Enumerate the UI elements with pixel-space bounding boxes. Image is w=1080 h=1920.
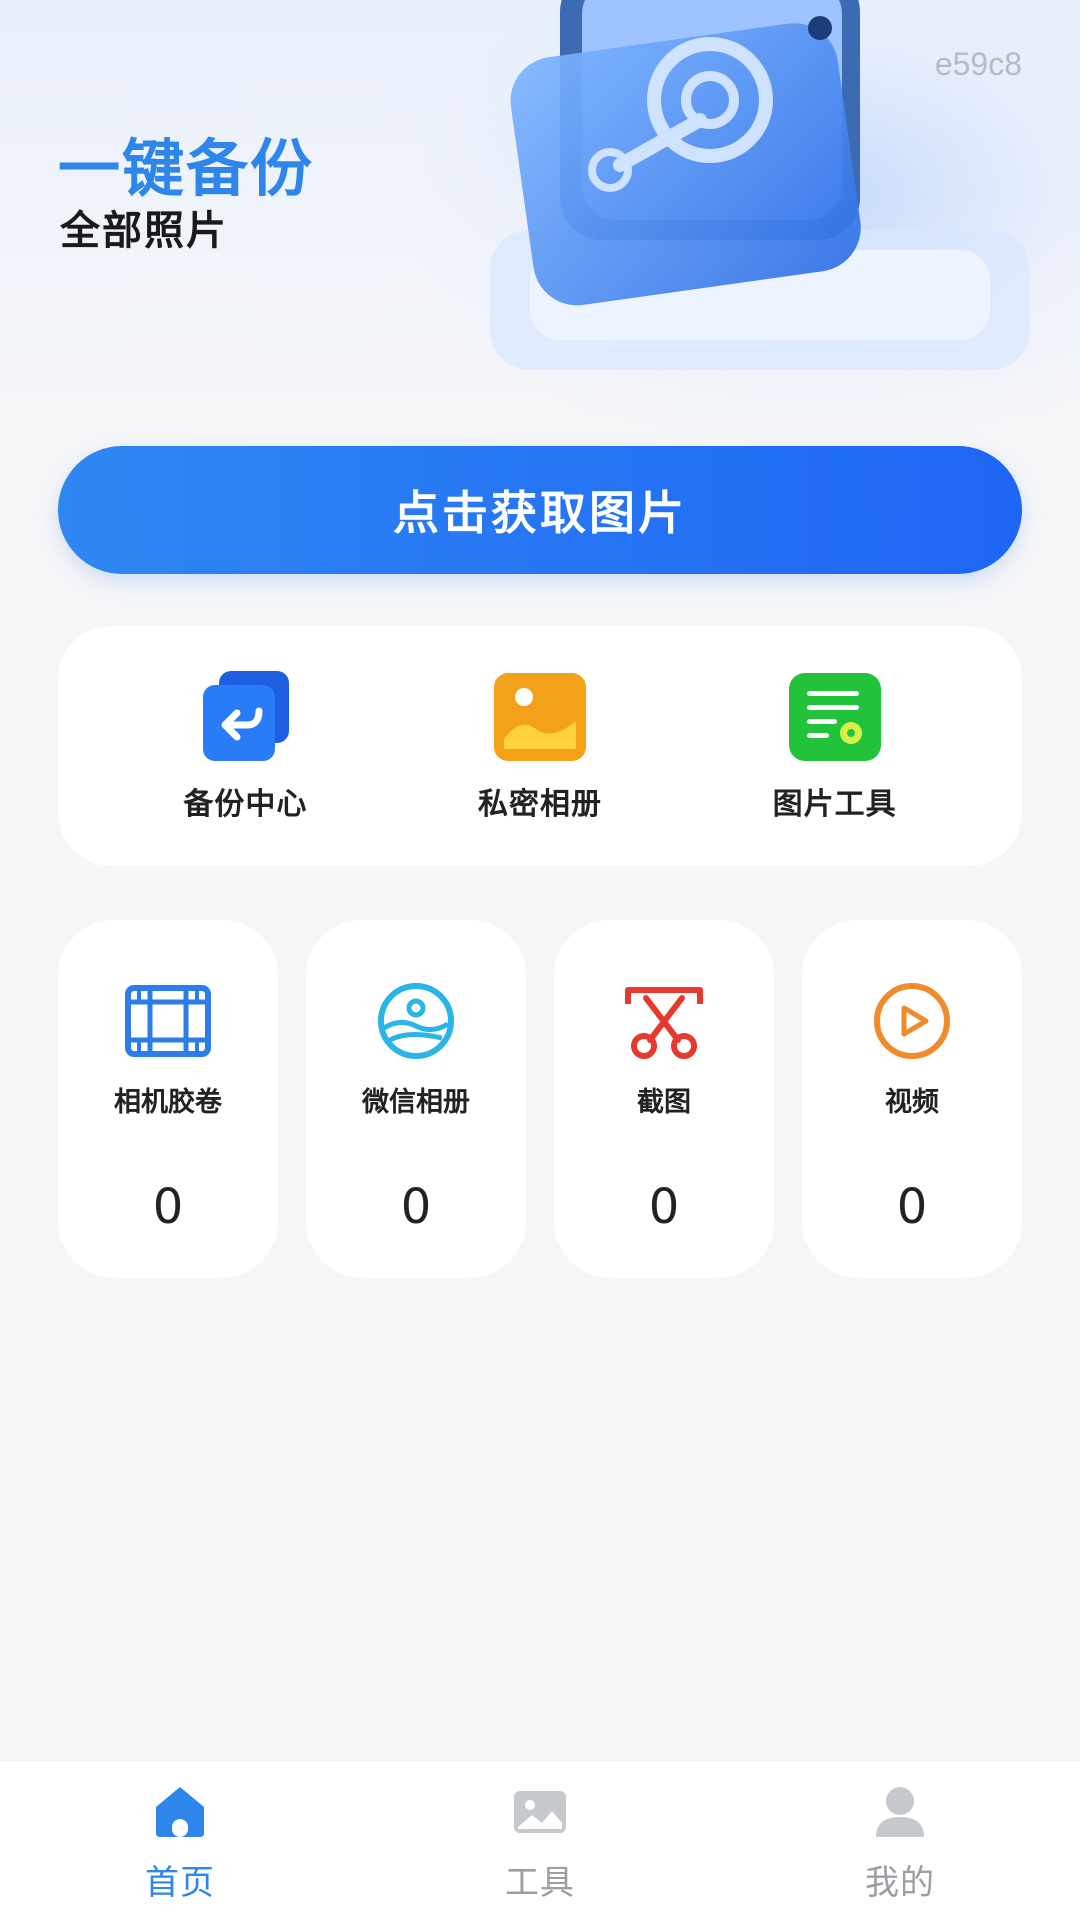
stat-camera-roll[interactable]: 相机胶卷 0 (58, 920, 278, 1278)
stat-count: 0 (152, 1179, 184, 1235)
stat-label: 视频 (885, 1087, 939, 1118)
landscape-circle-icon (378, 983, 454, 1059)
tab-tools[interactable]: 工具 (360, 1761, 720, 1920)
hero-title: 一键备份 (58, 132, 315, 205)
stat-label: 微信相册 (362, 1087, 470, 1118)
feature-label: 备份中心 (183, 787, 308, 822)
feature-backup-center[interactable]: 备份中心 (135, 669, 355, 823)
stat-label: 截图 (637, 1087, 691, 1118)
media-stats: 相机胶卷 0 微信相册 0 截图 0 视频 0 (58, 920, 1022, 1280)
bottom-tab-bar: 首页 工具 我的 (0, 1760, 1080, 1920)
play-icon (874, 983, 950, 1059)
backup-icon (203, 671, 290, 761)
feature-label: 图片工具 (772, 787, 897, 822)
stat-count: 0 (896, 1179, 928, 1235)
hero-subtitle: 全部照片 (60, 208, 228, 254)
tab-label: 工具 (505, 1863, 575, 1903)
user-icon (876, 1787, 924, 1837)
feature-label: 私密相册 (477, 787, 602, 822)
tab-label: 首页 (145, 1863, 215, 1903)
film-icon (125, 985, 211, 1057)
stat-label: 相机胶卷 (114, 1087, 222, 1118)
tab-home[interactable]: 首页 (0, 1761, 360, 1920)
feature-private-album[interactable]: 私密相册 (430, 669, 650, 823)
stat-videos[interactable]: 视频 0 (802, 920, 1022, 1278)
private-album-icon (493, 673, 586, 761)
get-photos-button[interactable]: 点击获取图片 (58, 446, 1022, 574)
image-icon (514, 1791, 566, 1833)
scissors-icon (625, 987, 703, 1059)
feature-image-tools[interactable]: 图片工具 (725, 669, 945, 823)
feature-card: 备份中心 私密相册 图片工具 (58, 626, 1022, 866)
stat-count: 0 (648, 1179, 680, 1235)
stat-screenshots[interactable]: 截图 0 (554, 920, 774, 1278)
version-code: e59c8 (934, 46, 1022, 82)
tab-label: 我的 (865, 1863, 935, 1903)
home-icon (156, 1787, 204, 1837)
image-tools-icon (788, 673, 881, 761)
stat-count: 0 (400, 1179, 432, 1235)
stat-wechat-album[interactable]: 微信相册 0 (306, 920, 526, 1278)
hero-banner: 一键备份 全部照片 e59c8 (0, 0, 1080, 440)
tab-profile[interactable]: 我的 (720, 1761, 1080, 1920)
